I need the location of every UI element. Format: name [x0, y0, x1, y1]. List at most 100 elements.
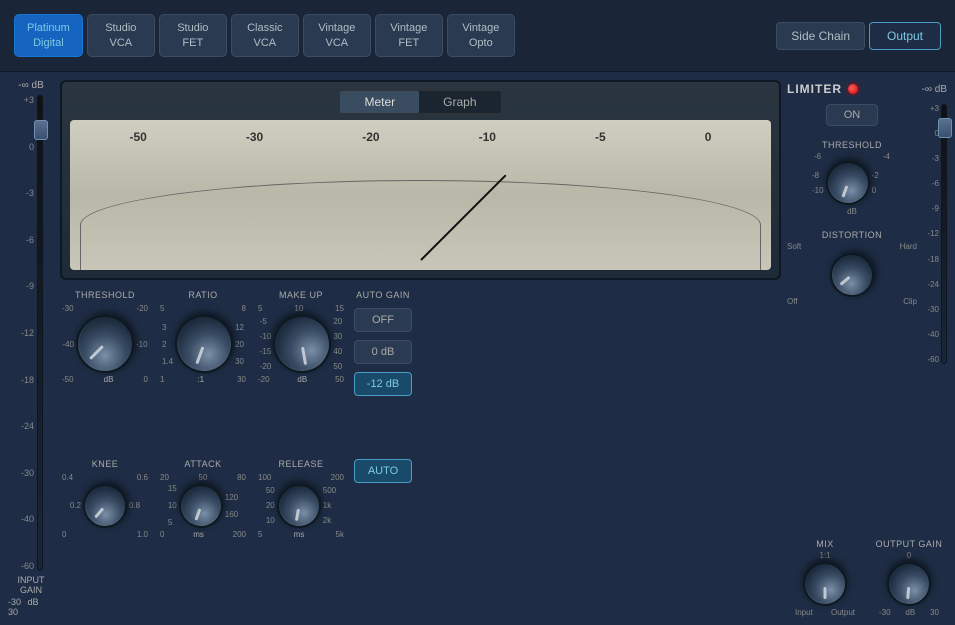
ratio-scale-r3: 30 [235, 357, 244, 366]
release-group: RELEASE 100 200 50 20 10 500 1k [256, 459, 346, 539]
makeup-scale-bot: -20 dB 50 [256, 375, 346, 384]
release-knob[interactable] [273, 480, 324, 531]
auto-gain-label: AUTO GAIN [356, 290, 410, 300]
attack-scale-top: 20 50 80 [158, 473, 248, 482]
auto-gain-off-btn[interactable]: OFF [354, 308, 412, 332]
limiter-threshold-knob[interactable] [819, 155, 875, 211]
input-gain-top-value: -∞ dB [18, 80, 43, 91]
preset-tab-studio-fet[interactable]: StudioFET [159, 14, 227, 57]
auto-gain-section: AUTO GAIN OFF 0 dB -12 dB [354, 290, 412, 396]
output-fader-section: +3 0 -3 -6 -9 -12 -18 -24 -30 -40 -60 [921, 104, 947, 364]
auto-btn-wrapper: AUTO [354, 459, 412, 489]
mix-scale-top: 1:1 [819, 551, 830, 560]
ratio-scale-bot: 1 :1 30 [158, 375, 248, 384]
output-gain-scale-top: 0 [907, 551, 911, 560]
threshold-scale-top: -30 -20 [60, 304, 150, 313]
attack-scale-bot: 0 ms 200 [158, 530, 248, 539]
mix-scale-bot: Input Output [795, 608, 855, 617]
preset-tab-classic-vca[interactable]: ClassicVCA [231, 14, 299, 57]
top-right-buttons: Side Chain Output [776, 22, 941, 50]
output-fader-track[interactable] [941, 104, 947, 364]
preset-tab-studio-vca[interactable]: StudioVCA [87, 14, 155, 57]
limiter-label: LIMITER [787, 82, 842, 96]
preset-tab-vintage-opto[interactable]: VintageOpto [447, 14, 515, 57]
threshold-right-group: THRESHOLD -6 -4 -8 -10 -2 [812, 140, 892, 216]
top-bar: PlatinumDigital StudioVCA StudioFET Clas… [0, 0, 955, 72]
vu-scale: -50 -30 -20 -10 -5 0 [70, 130, 771, 144]
output-fader-handle[interactable] [938, 118, 952, 138]
distortion-label: DISTORTION [787, 230, 917, 240]
attack-label: ATTACK [184, 459, 221, 469]
release-scale-top: 100 200 [256, 473, 346, 482]
input-gain-label: INPUT GAIN [8, 575, 54, 595]
output-gain-knob[interactable] [885, 560, 933, 608]
threshold-label: THRESHOLD [75, 290, 135, 300]
preset-tab-platinum-digital[interactable]: PlatinumDigital [14, 14, 83, 57]
makeup-knob[interactable] [269, 310, 336, 377]
thresh-right-unit: dB [812, 207, 892, 216]
meter-tab-graph[interactable]: Graph [419, 91, 500, 113]
vu-scale-minus50: -50 [130, 130, 147, 144]
limiter-led [848, 84, 858, 94]
input-gain-fader-container: +3 0 -3 -6 -9 -12 -18 -24 -30 -40 -60 [8, 95, 54, 571]
limiter-on-button[interactable]: ON [826, 104, 878, 126]
vu-scale-minus5: -5 [595, 130, 606, 144]
threshold-scale-bot: -50 dB 0 [60, 375, 150, 384]
ratio-label: RATIO [188, 290, 217, 300]
limiter-top-value: -∞ dB [922, 84, 947, 95]
threshold-scale-right: -10 [136, 340, 148, 349]
input-gain-handle[interactable] [34, 120, 48, 140]
meter-tab-meter[interactable]: Meter [340, 91, 419, 113]
knee-scale-top: 0.4 0.6 [60, 473, 150, 482]
output-button[interactable]: Output [869, 22, 941, 50]
mix-group: MIX 1:1 Input Output [787, 539, 863, 617]
controls-row-2: KNEE 0.4 0.6 0.2 0.8 0 1.0 [60, 459, 781, 618]
knee-knob[interactable] [74, 475, 136, 537]
preset-tabs: PlatinumDigital StudioVCA StudioFET Clas… [14, 14, 515, 57]
vu-meter-box: Meter Graph -50 -30 -20 -10 -5 0 [60, 80, 781, 280]
thresh-right-scale-top: -6 -4 [812, 152, 892, 161]
vu-scale-minus10: -10 [479, 130, 496, 144]
input-gain-track[interactable] [37, 95, 43, 571]
distortion-scale-top: Soft Hard [787, 242, 917, 251]
ratio-knob[interactable] [167, 307, 241, 381]
distortion-scale-bot: Off Clip [787, 297, 917, 306]
knee-scale-right: 0.8 [129, 501, 140, 510]
knee-label: KNEE [92, 459, 119, 469]
meter-tabs: Meter Graph [339, 90, 501, 114]
threshold-right-label: THRESHOLD [812, 140, 892, 150]
side-chain-button[interactable]: Side Chain [776, 22, 865, 50]
ratio-scale-r1: 12 [235, 323, 244, 332]
ratio-scale-top: 5 8 [158, 304, 248, 313]
threshold-group: THRESHOLD -30 -20 -40 -10 -50 dB 0 [60, 290, 150, 384]
mix-knob[interactable] [803, 562, 847, 606]
threshold-knob[interactable] [64, 303, 146, 385]
output-gain-label: OUTPUT GAIN [876, 539, 943, 549]
input-gain-scale: +3 0 -3 -6 -9 -12 -18 -24 -30 -40 -60 [19, 95, 37, 571]
knee-scale-bot: 0 1.0 [60, 530, 150, 539]
limiter-controls: ON THRESHOLD -6 -4 -8 -10 [787, 104, 917, 364]
vu-arc [80, 180, 761, 270]
limiter-row: LIMITER [787, 80, 858, 98]
ratio-group: RATIO 5 8 3 2 1.4 12 20 30 [158, 290, 248, 384]
preset-tab-vintage-vca[interactable]: VintageVCA [303, 14, 371, 57]
auto-gain-0db-btn[interactable]: 0 dB [354, 340, 412, 364]
attack-group: ATTACK 20 50 80 15 10 5 120 160 [158, 459, 248, 539]
vu-scale-minus30: -30 [246, 130, 263, 144]
output-gain-scale-bot: -30 dB 30 [879, 608, 939, 617]
input-gain-fader-section: -∞ dB +3 0 -3 -6 -9 -12 -18 -24 -30 -40 … [8, 80, 54, 617]
preset-tab-vintage-fet[interactable]: VintageFET [375, 14, 443, 57]
center-section: Meter Graph -50 -30 -20 -10 -5 0 THR [60, 80, 781, 617]
output-gain-group: OUTPUT GAIN 0 -30 dB 30 [871, 539, 947, 617]
mix-output-row: MIX 1:1 Input Output OUTPUT GAIN 0 -30 d… [787, 539, 947, 617]
ratio-scale-l3: 1.4 [162, 357, 173, 366]
release-scale-bot: 5 ms 5k [256, 530, 346, 539]
ratio-scale-l1: 3 [162, 323, 173, 332]
threshold-scale-left: -40 [62, 340, 74, 349]
makeup-scale-top: 5 10 15 [256, 304, 346, 313]
ratio-scale-r2: 20 [235, 340, 244, 349]
auto-button[interactable]: AUTO [354, 459, 412, 483]
attack-knob[interactable] [173, 477, 229, 533]
auto-gain-minus12-btn[interactable]: -12 dB [354, 372, 412, 396]
output-fader-scale: +3 0 -3 -6 -9 -12 -18 -24 -30 -40 -60 [921, 104, 939, 364]
